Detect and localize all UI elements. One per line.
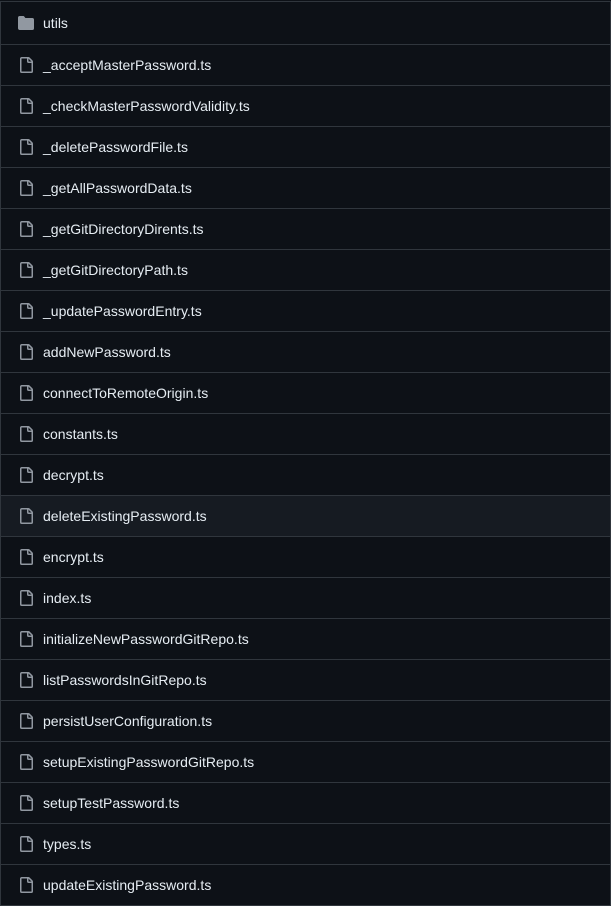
file-link[interactable]: connectToRemoteOrigin.ts: [43, 385, 208, 401]
file-link[interactable]: constants.ts: [43, 426, 118, 442]
file-row[interactable]: index.ts: [1, 578, 610, 619]
file-icon: [18, 590, 34, 606]
file-link[interactable]: updateExistingPassword.ts: [43, 877, 211, 893]
file-row[interactable]: setupExistingPasswordGitRepo.ts: [1, 742, 610, 783]
file-icon: [18, 426, 34, 442]
file-icon: [18, 508, 34, 524]
file-icon: [18, 467, 34, 483]
file-link[interactable]: _updatePasswordEntry.ts: [43, 303, 202, 319]
file-row[interactable]: encrypt.ts: [1, 537, 610, 578]
file-icon: [18, 57, 34, 73]
file-link[interactable]: types.ts: [43, 836, 91, 852]
file-row[interactable]: _checkMasterPasswordValidity.ts: [1, 86, 610, 127]
file-link[interactable]: listPasswordsInGitRepo.ts: [43, 672, 207, 688]
file-icon: [18, 836, 34, 852]
folder-icon: [18, 15, 34, 31]
file-link[interactable]: deleteExistingPassword.ts: [43, 508, 207, 524]
file-row[interactable]: initializeNewPasswordGitRepo.ts: [1, 619, 610, 660]
file-icon: [18, 795, 34, 811]
file-row[interactable]: constants.ts: [1, 414, 610, 455]
file-icon: [18, 385, 34, 401]
file-icon: [18, 344, 34, 360]
file-icon: [18, 631, 34, 647]
file-link[interactable]: setupTestPassword.ts: [43, 795, 179, 811]
file-row[interactable]: decrypt.ts: [1, 455, 610, 496]
file-row[interactable]: _getGitDirectoryPath.ts: [1, 250, 610, 291]
file-row[interactable]: _getAllPasswordData.ts: [1, 168, 610, 209]
file-icon: [18, 139, 34, 155]
file-row[interactable]: setupTestPassword.ts: [1, 783, 610, 824]
folder-row[interactable]: utils: [1, 1, 610, 45]
file-row[interactable]: deleteExistingPassword.ts: [1, 496, 610, 537]
file-icon: [18, 754, 34, 770]
file-icon: [18, 221, 34, 237]
file-row[interactable]: _acceptMasterPassword.ts: [1, 45, 610, 86]
file-icon: [18, 303, 34, 319]
file-link[interactable]: _getGitDirectoryDirents.ts: [43, 221, 204, 237]
file-icon: [18, 180, 34, 196]
file-link[interactable]: initializeNewPasswordGitRepo.ts: [43, 631, 249, 647]
file-icon: [18, 98, 34, 114]
file-row[interactable]: addNewPassword.ts: [1, 332, 610, 373]
file-icon: [18, 877, 34, 893]
file-row[interactable]: _deletePasswordFile.ts: [1, 127, 610, 168]
file-icon: [18, 549, 34, 565]
file-link[interactable]: _getAllPasswordData.ts: [43, 180, 192, 196]
file-link[interactable]: setupExistingPasswordGitRepo.ts: [43, 754, 254, 770]
file-link[interactable]: _acceptMasterPassword.ts: [43, 57, 211, 73]
folder-link[interactable]: utils: [43, 15, 68, 31]
file-row[interactable]: types.ts: [1, 824, 610, 865]
file-icon: [18, 713, 34, 729]
file-row[interactable]: updateExistingPassword.ts: [1, 865, 610, 906]
file-link[interactable]: addNewPassword.ts: [43, 344, 171, 360]
file-row[interactable]: _updatePasswordEntry.ts: [1, 291, 610, 332]
file-link[interactable]: _checkMasterPasswordValidity.ts: [43, 98, 250, 114]
file-row[interactable]: listPasswordsInGitRepo.ts: [1, 660, 610, 701]
file-row[interactable]: persistUserConfiguration.ts: [1, 701, 610, 742]
file-link[interactable]: _getGitDirectoryPath.ts: [43, 262, 188, 278]
file-link[interactable]: index.ts: [43, 590, 91, 606]
file-link[interactable]: encrypt.ts: [43, 549, 104, 565]
file-row[interactable]: _getGitDirectoryDirents.ts: [1, 209, 610, 250]
file-icon: [18, 672, 34, 688]
file-link[interactable]: persistUserConfiguration.ts: [43, 713, 212, 729]
file-link[interactable]: decrypt.ts: [43, 467, 104, 483]
file-link[interactable]: _deletePasswordFile.ts: [43, 139, 188, 155]
file-row[interactable]: connectToRemoteOrigin.ts: [1, 373, 610, 414]
file-list: utils _acceptMasterPassword.ts _checkMaste…: [0, 1, 611, 906]
file-icon: [18, 262, 34, 278]
